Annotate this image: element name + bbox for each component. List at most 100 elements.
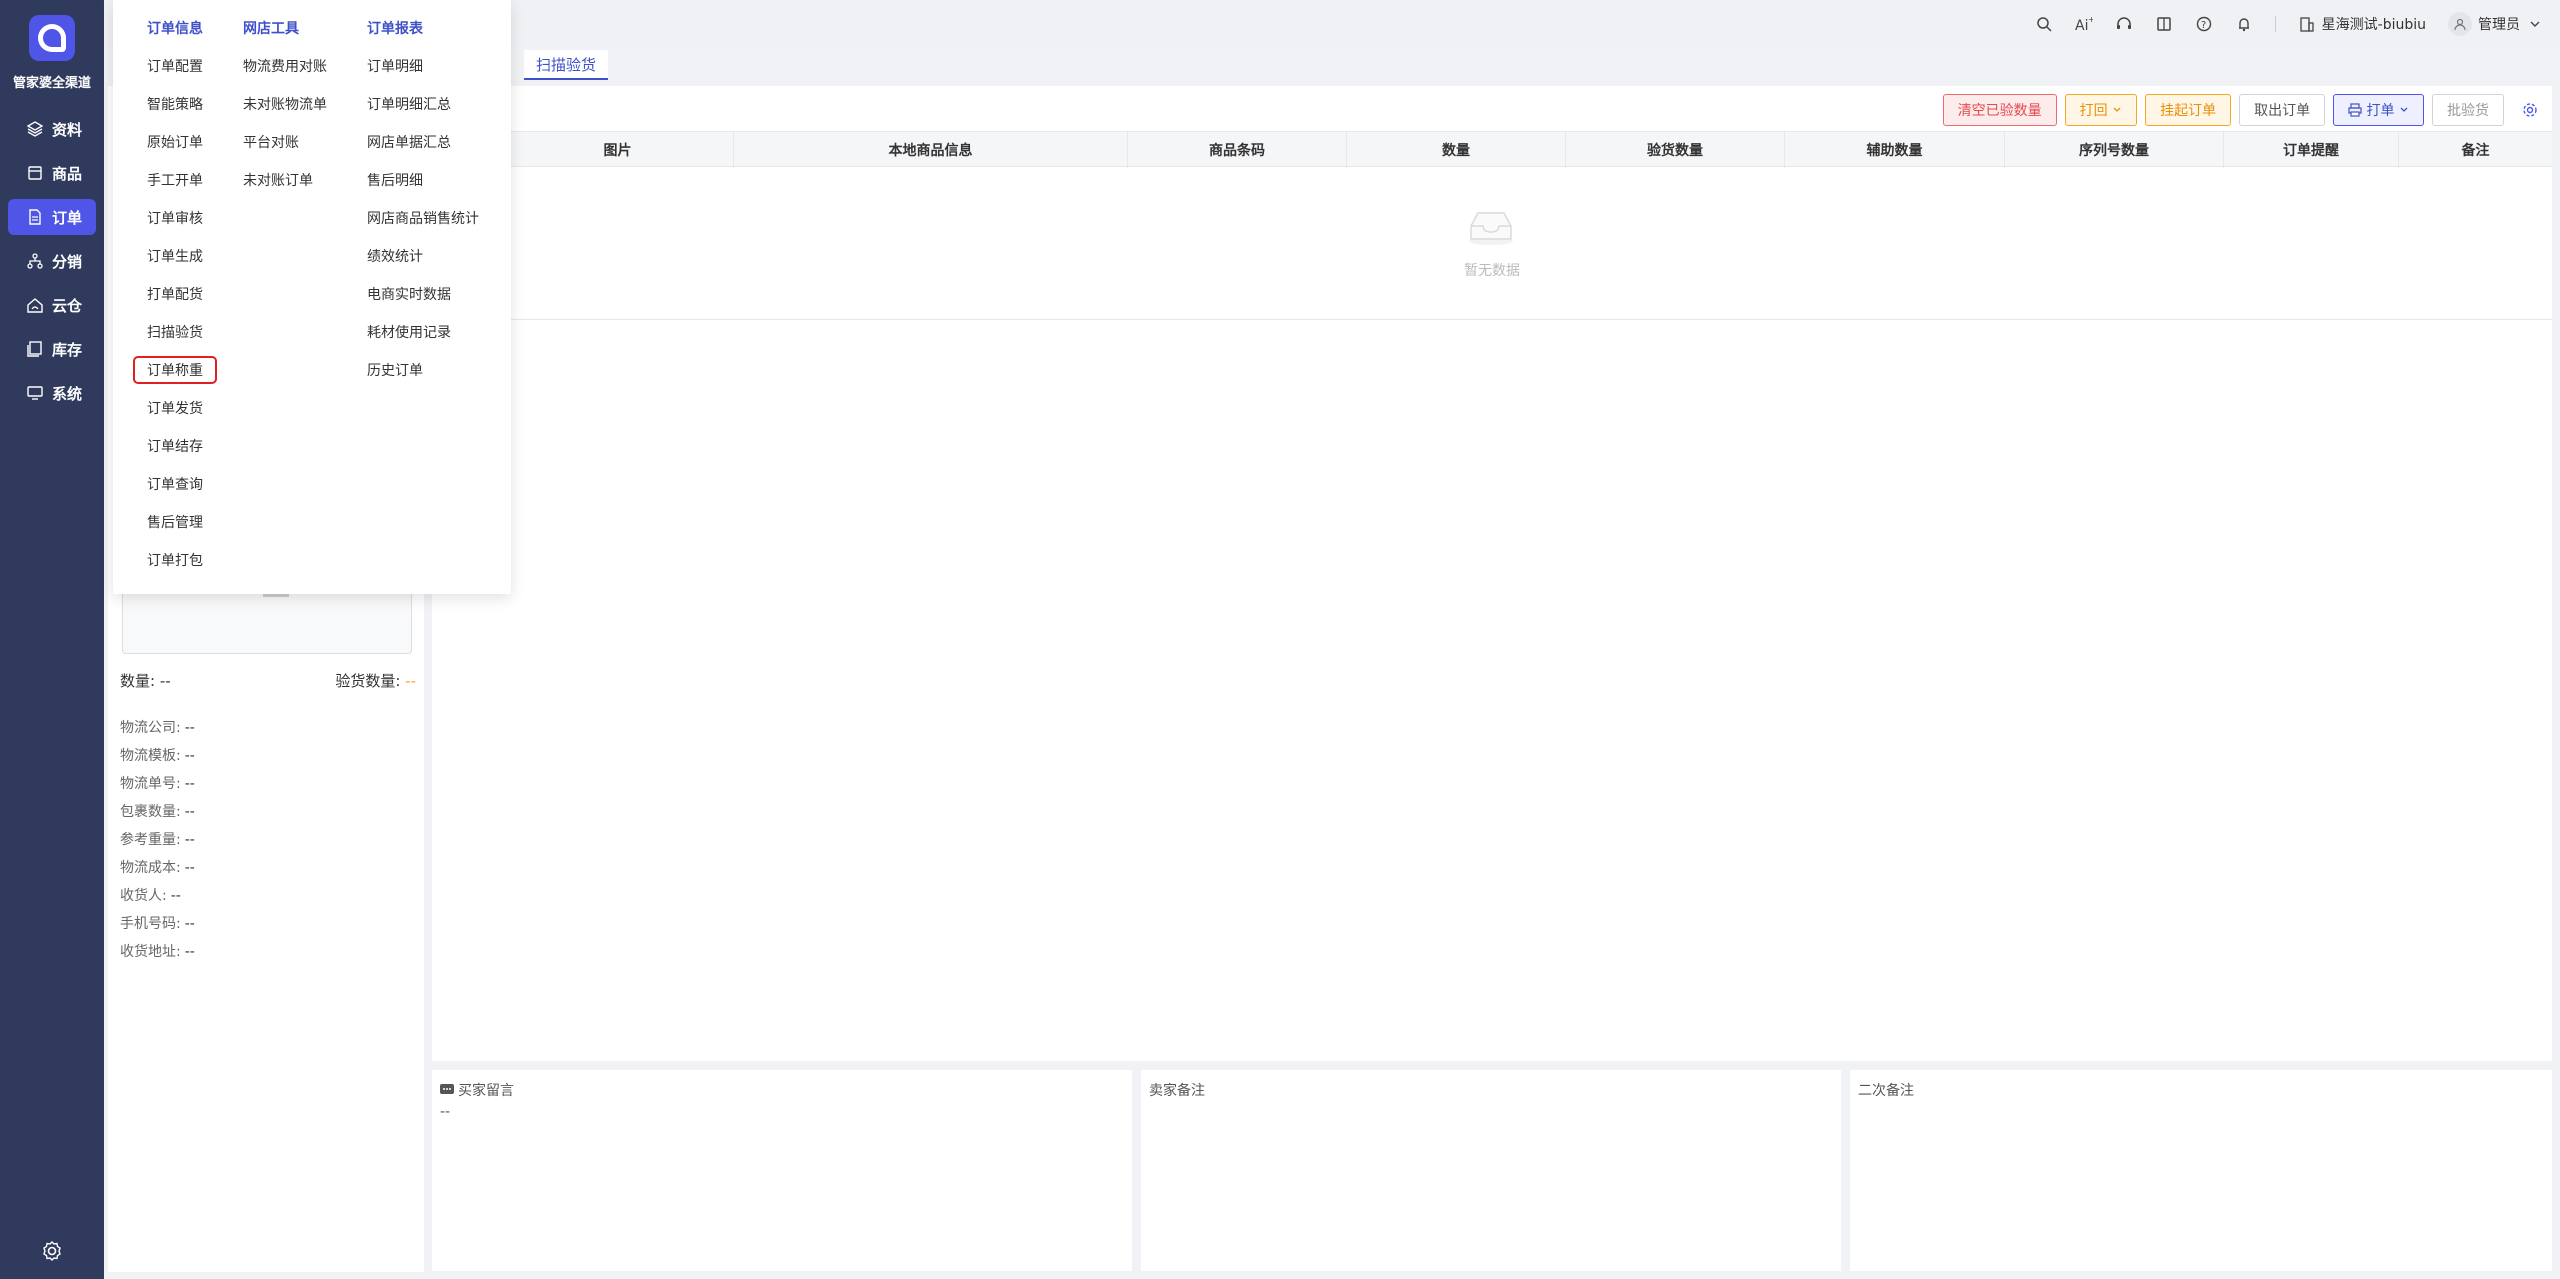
monitor-icon (26, 384, 44, 402)
nav-label: 资料 (52, 120, 83, 139)
menu-item-print-picking[interactable]: 打单配货 (147, 284, 203, 304)
menu-item-raw-orders[interactable]: 原始订单 (147, 132, 203, 152)
buyer-message-title: 买家留言 (440, 1080, 514, 1100)
info-row: 物流成本: -- (120, 854, 195, 882)
menu-item-store-doc-summary[interactable]: 网店单据汇总 (367, 132, 451, 152)
building-icon (2298, 15, 2316, 33)
column-header: 订单提醒 (2224, 132, 2399, 168)
info-label: 物流单号: (120, 776, 181, 792)
menu-item-manual-order[interactable]: 手工开单 (147, 170, 203, 190)
menu-item-store-sales-stats[interactable]: 网店商品销售统计 (367, 208, 479, 228)
quantity-row: 数量: -- 验货数量: -- (120, 670, 416, 691)
menu-item-after-sales[interactable]: 售后管理 (147, 512, 203, 532)
logo[interactable] (29, 15, 75, 61)
headset-support-icon[interactable] (2115, 15, 2133, 33)
hold-order-button[interactable]: 挂起订单 (2145, 94, 2232, 126)
nav-label: 库存 (52, 340, 83, 359)
menu-item-order-shipping[interactable]: 订单发货 (147, 398, 203, 418)
menu-item-order-weighing[interactable]: 订单称重 (133, 356, 217, 384)
info-value: -- (184, 804, 195, 820)
svg-text:+: + (2088, 16, 2093, 24)
menu-item-platform-reconcile[interactable]: 平台对账 (243, 132, 299, 152)
menu-item-performance-stats[interactable]: 绩效统计 (367, 246, 423, 266)
column-header: 数量 (1347, 132, 1566, 168)
nav-item-system[interactable]: 系统 (8, 375, 96, 411)
menu-heading-order-reports: 订单报表 (367, 21, 423, 37)
info-value: -- (184, 776, 195, 792)
nav-item-inventory[interactable]: 库存 (8, 331, 96, 367)
box-icon (26, 164, 44, 182)
reprint-label: 打回 (2079, 103, 2108, 119)
batch-check-button[interactable]: 批验货 (2432, 94, 2504, 126)
document-icon (26, 208, 44, 226)
info-label: 收货人: (120, 888, 167, 904)
tab-scan-check[interactable]: 扫描验货 (524, 50, 609, 80)
settings-gear-icon[interactable] (41, 1240, 63, 1262)
menu-item-smart-strategy[interactable]: 智能策略 (147, 94, 203, 114)
info-row: 物流公司: -- (120, 714, 195, 742)
menu-item-order-query[interactable]: 订单查询 (147, 474, 203, 494)
menu-item-order-detail-summary[interactable]: 订单明细汇总 (367, 94, 451, 114)
info-value: -- (184, 944, 195, 960)
cancel-order-button[interactable]: 取出订单 (2239, 94, 2326, 126)
menu-item-consumables-log[interactable]: 耗材使用记录 (367, 322, 451, 342)
info-value: -- (184, 720, 195, 736)
buyer-message-value: -- (440, 1104, 451, 1120)
menu-item-order-review[interactable]: 订单审核 (147, 208, 203, 228)
menu-item-scan-check[interactable]: 扫描验货 (147, 322, 203, 342)
chevron-down-icon (2400, 107, 2408, 112)
info-row: 收货地址: -- (120, 938, 195, 966)
svg-text:Ai: Ai (2075, 18, 2088, 32)
menu-item-order-detail[interactable]: 订单明细 (367, 56, 423, 76)
menu-item-order-config[interactable]: 订单配置 (147, 56, 203, 76)
checked-summary: 验货数量: -- (335, 670, 416, 691)
info-label: 物流模板: (120, 748, 181, 764)
nav-item-distribution[interactable]: 分销 (8, 243, 96, 279)
qty-summary: 数量: -- (120, 670, 171, 691)
help-icon[interactable]: ? (2195, 15, 2213, 33)
info-label: 收货地址: (120, 944, 181, 960)
search-icon[interactable] (2035, 15, 2053, 33)
column-settings-icon[interactable] (2518, 98, 2542, 122)
clear-checked-button[interactable]: 清空已验数量 (1942, 94, 2057, 126)
chevron-down-icon (2526, 15, 2544, 33)
seller-note-panel: 卖家备注 (1141, 1070, 1841, 1271)
print-label: 打单 (2366, 103, 2395, 119)
menu-item-order-generate[interactable]: 订单生成 (147, 246, 203, 266)
bell-icon[interactable] (2235, 15, 2253, 33)
menu-item-order-packing[interactable]: 订单打包 (147, 550, 203, 570)
nav-label: 分销 (52, 252, 83, 271)
column-header: 序列号数量 (2005, 132, 2224, 168)
print-button[interactable]: 打单 (2333, 94, 2424, 126)
column-header: 备注 (2461, 143, 2490, 159)
nav-label: 订单 (52, 208, 83, 227)
info-row: 物流单号: -- (120, 770, 195, 798)
menu-item-logistics-reconcile[interactable]: 物流费用对账 (243, 56, 327, 76)
svg-text:?: ? (2201, 20, 2206, 31)
cloud-warehouse-icon (26, 296, 44, 314)
chevron-down-icon (2113, 107, 2121, 112)
nav-item-cloud-warehouse[interactable]: 云仓 (8, 287, 96, 323)
menu-item-unreconciled-orders[interactable]: 未对账订单 (243, 170, 313, 190)
avatar (2448, 12, 2472, 36)
menu-item-unreconciled-logistics[interactable]: 未对账物流单 (243, 94, 327, 114)
table-empty-state (432, 168, 2552, 320)
column-header: 辅助数量 (1785, 132, 2005, 168)
menu-heading-order-info: 订单信息 (147, 21, 203, 37)
book-icon[interactable] (2155, 15, 2173, 33)
info-value: -- (184, 916, 195, 932)
menu-item-after-sales-detail[interactable]: 售后明细 (367, 170, 423, 190)
nav-item-data[interactable]: 资料 (8, 111, 96, 147)
nav-item-orders[interactable]: 订单 (8, 199, 96, 235)
menu-item-order-balance[interactable]: 订单结存 (147, 436, 203, 456)
menu-item-history-orders[interactable]: 历史订单 (367, 360, 423, 380)
account-switcher[interactable]: 星海测试-biubiu (2298, 14, 2426, 34)
reprint-button[interactable]: 打回 (2064, 94, 2138, 126)
ai-assistant-icon[interactable]: Ai + (2075, 15, 2093, 33)
empty-text: 暂无数据 (1464, 263, 1520, 279)
menu-item-realtime-data[interactable]: 电商实时数据 (367, 284, 451, 304)
buyer-message-panel: 买家留言 -- (432, 1070, 1132, 1271)
user-menu[interactable]: 管理员 (2448, 12, 2544, 36)
empty-inbox-icon (1469, 212, 1513, 245)
nav-item-goods[interactable]: 商品 (8, 155, 96, 191)
